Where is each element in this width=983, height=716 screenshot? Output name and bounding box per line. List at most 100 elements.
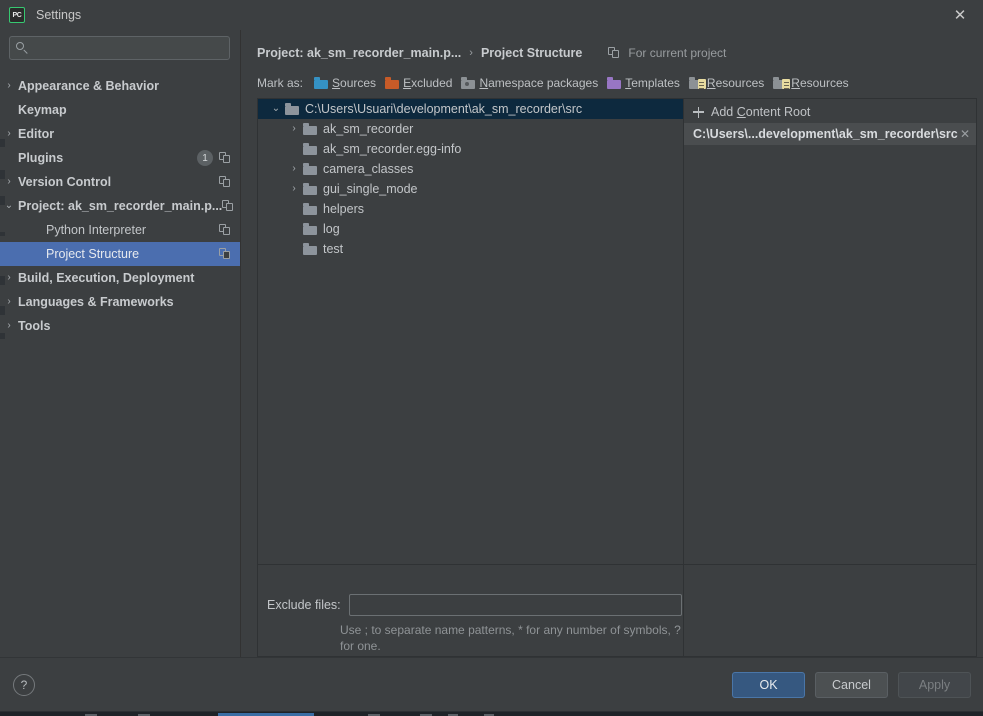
help-button[interactable]: ? <box>13 673 35 696</box>
remove-content-root-icon[interactable]: ✕ <box>958 127 972 141</box>
breadcrumb-current: Project Structure <box>480 46 583 60</box>
folder-icon <box>303 183 317 195</box>
mark-as-resources[interactable]: Resources <box>688 76 765 90</box>
sidebar-item-keymap[interactable]: Keymap <box>0 98 240 122</box>
sidebar-item-appearance-behavior[interactable]: › Appearance & Behavior <box>0 74 240 98</box>
chevron-right-icon[interactable]: › <box>0 321 18 331</box>
main-panel: Project: ak_sm_recorder_main.p... › Proj… <box>241 30 983 657</box>
folder-icon <box>303 143 317 155</box>
mark-as-label-text: Namespace packages <box>479 76 599 90</box>
plus-icon <box>693 106 704 118</box>
folder-resources-alt-icon <box>773 77 791 89</box>
breadcrumb-separator: › <box>469 47 473 59</box>
mark-as-label-text: Excluded <box>403 76 453 90</box>
background-window-artifact <box>0 139 5 147</box>
tree-row[interactable]: helpers <box>258 199 683 219</box>
exclude-files-hint: Use ; to separate name patterns, * for a… <box>340 623 681 653</box>
mark-as-sources[interactable]: Sources <box>314 76 376 90</box>
content-root-path: C:\Users\...development\ak_sm_recorder\s… <box>693 127 958 141</box>
mark-as-templates[interactable]: Templates <box>607 76 680 90</box>
dialog-body: › Appearance & Behavior Keymap › Editor Plugi… <box>0 30 983 657</box>
breadcrumb: Project: ak_sm_recorder_main.p... › Proj… <box>241 38 983 68</box>
apply-button: Apply <box>898 671 971 698</box>
plugins-update-badge: 1 <box>197 150 213 166</box>
sidebar-item-version-control[interactable]: › Version Control <box>0 170 240 194</box>
tree-row[interactable]: › ak_sm_recorder <box>258 119 683 139</box>
copy-settings-icon[interactable] <box>219 248 231 260</box>
search-input[interactable] <box>34 41 223 55</box>
copy-settings-icon[interactable] <box>222 200 234 212</box>
mark-as-label-text: Resources <box>706 76 765 90</box>
module-tree[interactable]: ⌄ C:\Users\Usuari\development\ak_sm_recor… <box>258 99 684 564</box>
window-title: Settings <box>36 8 82 22</box>
background-window-artifact <box>0 276 5 285</box>
panes: ⌄ C:\Users\Usuari\development\ak_sm_recor… <box>258 99 976 564</box>
sidebar-item-label: Keymap <box>18 103 67 117</box>
sidebar-item-project-structure[interactable]: Project Structure <box>0 242 240 266</box>
add-content-root-label: Add Content Root <box>711 105 811 119</box>
mark-as-namespace-packages[interactable]: Namespace packages <box>461 76 598 90</box>
tree-row-label: test <box>323 242 344 256</box>
mark-as-label-text: Sources <box>332 76 377 90</box>
sidebar-item-project-ak-sm-recorder-main-p[interactable]: ⌄ Project: ak_sm_recorder_main.p... <box>0 194 240 218</box>
content-root-entry[interactable]: C:\Users\...development\ak_sm_recorder\s… <box>684 123 976 145</box>
folder-icon <box>303 223 317 235</box>
tree-row[interactable]: log <box>258 219 683 239</box>
copy-settings-icon[interactable] <box>219 224 231 236</box>
tree-row-label: C:\Users\Usuari\development\ak_sm_record… <box>305 102 583 116</box>
tree-row-label: log <box>323 222 340 236</box>
folder-icon <box>285 103 299 115</box>
copy-settings-icon[interactable] <box>219 176 231 188</box>
tree-row-label: camera_classes <box>323 162 414 176</box>
mark-as-resources-alt[interactable]: Resources <box>773 76 849 90</box>
settings-nav-list: › Appearance & Behavior Keymap › Editor Plugi… <box>0 74 240 657</box>
chevron-down-icon[interactable]: ⌄ <box>267 104 285 114</box>
tree-row[interactable]: › gui_single_mode <box>258 179 683 199</box>
exclude-files-input[interactable] <box>348 594 682 616</box>
folder-icon <box>303 243 317 255</box>
sidebar-item-editor[interactable]: › Editor <box>0 122 240 146</box>
sidebar-item-plugins[interactable]: Plugins 1 <box>0 146 240 170</box>
for-current-project-text: For current project <box>628 46 727 60</box>
cancel-button[interactable]: Cancel <box>815 671 888 698</box>
tree-row[interactable]: test <box>258 239 683 259</box>
folder-namespace-icon <box>461 77 476 89</box>
sidebar-item-label: Editor <box>18 127 55 141</box>
chevron-right-icon[interactable]: › <box>285 164 303 174</box>
for-current-project-label: For current project <box>608 46 726 60</box>
exclude-files-left: Exclude files: Use ; to separate name pa… <box>258 565 684 656</box>
sidebar-item-tools[interactable]: › Tools <box>0 314 240 338</box>
breadcrumb-parent[interactable]: Project: ak_sm_recorder_main.p... <box>257 46 461 60</box>
mark-as-excluded[interactable]: Excluded <box>385 76 452 90</box>
sidebar-item-build-execution-deployment[interactable]: › Build, Execution, Deployment <box>0 266 240 290</box>
chevron-right-icon[interactable]: › <box>0 129 18 139</box>
chevron-right-icon[interactable]: › <box>285 124 303 134</box>
mark-as-label-text: Resources <box>791 76 849 90</box>
chevron-right-icon[interactable]: › <box>0 81 18 91</box>
add-content-root-button[interactable]: Add Content Root <box>684 101 976 123</box>
background-window-artifact <box>0 333 5 339</box>
search-box[interactable] <box>9 36 230 60</box>
exclude-files-row: Exclude files: <box>258 565 683 616</box>
sidebar-item-python-interpreter[interactable]: Python Interpreter <box>0 218 240 242</box>
sidebar-item-label: Appearance & Behavior <box>18 79 160 93</box>
background-window-artifact <box>0 196 5 205</box>
folder-sources-icon <box>314 77 329 89</box>
copy-icon <box>608 47 620 59</box>
chevron-right-icon[interactable]: › <box>285 184 303 194</box>
ok-button[interactable]: OK <box>732 671 805 698</box>
sidebar-item-label: Project: ak_sm_recorder_main.p... <box>18 199 223 213</box>
tree-row[interactable]: › camera_classes <box>258 159 683 179</box>
settings-sidebar: › Appearance & Behavior Keymap › Editor Plugi… <box>0 30 241 657</box>
copy-settings-icon[interactable] <box>219 152 231 164</box>
sidebar-item-label: Build, Execution, Deployment <box>18 271 195 285</box>
close-icon[interactable]: ✕ <box>937 0 983 30</box>
tree-row[interactable]: ⌄ C:\Users\Usuari\development\ak_sm_recor… <box>258 99 683 119</box>
tree-row-label: gui_single_mode <box>323 182 418 196</box>
taskbar-sliver <box>0 711 983 716</box>
tree-row-label: helpers <box>323 202 364 216</box>
sidebar-item-label: Tools <box>18 319 51 333</box>
sidebar-item-languages-frameworks[interactable]: › Languages & Frameworks <box>0 290 240 314</box>
sidebar-item-label: Project Structure <box>46 247 140 261</box>
tree-row[interactable]: ak_sm_recorder.egg-info <box>258 139 683 159</box>
